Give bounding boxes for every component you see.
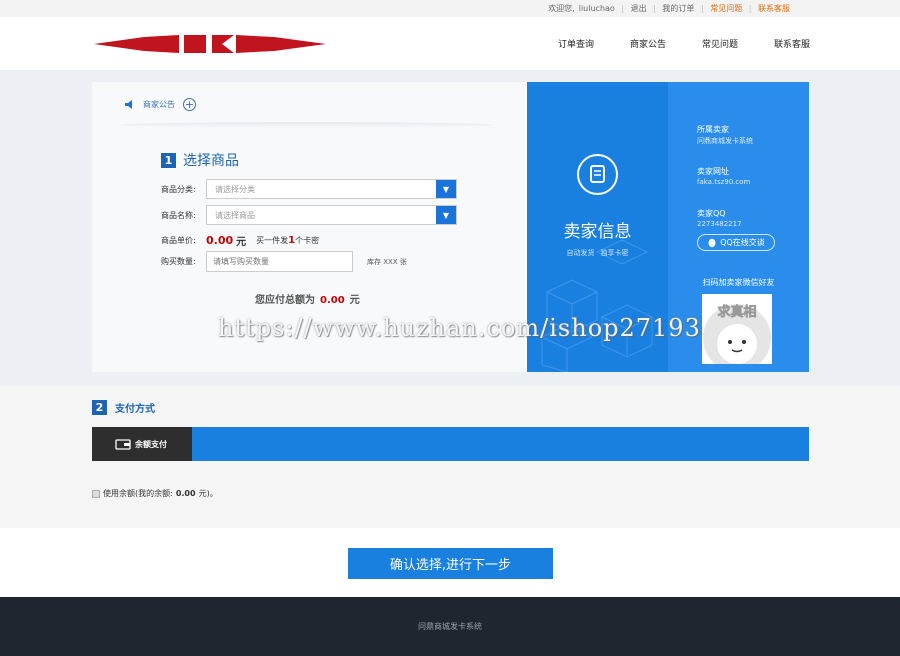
top-links: 欢迎您, liuluchao | 退出 | 我的订单 | 常见问题 | 联系客服 xyxy=(548,4,790,13)
use-balance-option: 使用余额(我的余额: 0.00 元)。 xyxy=(92,488,218,499)
confirm-next-button[interactable]: 确认选择,进行下一步 xyxy=(348,548,553,579)
speaker-icon xyxy=(125,100,132,109)
category-row: 商品分类: 请选择分类 ▼ xyxy=(161,179,457,199)
seller-qq-info: 卖家QQ 2273482217 xyxy=(697,208,742,228)
watermark-text: https://www.huzhan.com/ishop27193 xyxy=(218,314,701,342)
contact-link[interactable]: 联系客服 xyxy=(758,4,790,13)
faq-link[interactable]: 常见问题 xyxy=(710,4,742,13)
divider xyxy=(120,122,495,128)
product-placeholder: 请选择商品 xyxy=(215,210,255,220)
my-orders-link[interactable]: 我的订单 xyxy=(662,4,694,13)
shop-label: 所属卖家 xyxy=(697,125,729,134)
notice-bar: 商家公告 + xyxy=(124,98,196,111)
site-logo[interactable] xyxy=(94,32,326,56)
stock-text: 库存 XXX 张 xyxy=(367,257,407,266)
footer: 问鼎商城发卡系统 xyxy=(0,597,900,656)
seller-site-info: 卖家网址 faka.tsz90.com xyxy=(697,166,750,186)
step-number-badge: 2 xyxy=(92,400,107,415)
category-label: 商品分类: xyxy=(161,184,196,194)
step-number-badge: 1 xyxy=(161,152,176,168)
unit-price: 0.00 xyxy=(206,234,234,247)
notice-label[interactable]: 商家公告 xyxy=(143,99,175,110)
category-placeholder: 请选择分类 xyxy=(215,184,255,194)
nav-contact[interactable]: 联系客服 xyxy=(774,37,810,50)
qq-chat-button[interactable]: QQ在线交谈 xyxy=(697,234,775,251)
tag-auto-delivery: 自动发货 xyxy=(566,249,595,257)
total-unit: 元 xyxy=(349,295,360,306)
balance-payment-tab[interactable]: 余额支付 xyxy=(92,427,192,461)
welcome-text: 欢迎您, xyxy=(548,4,575,13)
seller-tags: 自动发货 独享卡密 xyxy=(527,248,668,258)
shop-value: 问鼎商城发卡系统 xyxy=(697,137,753,145)
product-row: 商品名称: 请选择商品 ▼ xyxy=(161,205,457,225)
seller-info-title: 卖家信息 xyxy=(563,222,632,242)
plus-circle-icon[interactable]: + xyxy=(183,98,196,111)
qr-overlay-text: 求真相 xyxy=(717,304,756,320)
use-balance-checkbox[interactable] xyxy=(92,489,100,498)
pay-tab-label: 余额支付 xyxy=(135,439,167,449)
chevron-down-icon[interactable]: ▼ xyxy=(436,206,456,224)
site-value[interactable]: faka.tsz90.com xyxy=(697,178,750,186)
qq-label: 卖家QQ xyxy=(697,209,726,218)
tag-exclusive-code: 独享卡密 xyxy=(600,249,629,257)
wallet-icon xyxy=(115,439,131,450)
main-nav: 订单查询 商家公告 常见问题 联系客服 xyxy=(522,37,810,50)
category-select[interactable]: 请选择分类 ▼ xyxy=(206,179,457,199)
scan-text: 扫码加卖家微信好友 xyxy=(702,278,775,287)
price-unit: 元 xyxy=(236,237,247,248)
product-select[interactable]: 请选择商品 ▼ xyxy=(206,205,457,225)
balance-value: 0.00 xyxy=(175,489,196,498)
qq-value: 2273482217 xyxy=(697,220,742,228)
qq-icon xyxy=(708,238,716,247)
section-select-product-title: 1 选择商品 xyxy=(161,150,239,170)
nav-faq[interactable]: 常见问题 xyxy=(702,37,738,50)
username: liuluchao xyxy=(578,4,615,13)
quantity-row: 购买数量: 库存 XXX 张 xyxy=(161,251,407,272)
site-label: 卖家网址 xyxy=(697,167,729,176)
logout-link[interactable]: 退出 xyxy=(631,4,647,13)
balance-suffix: 元)。 xyxy=(198,489,218,498)
total-amount: 您应付总额为 0.00 元 xyxy=(255,291,360,306)
price-row: 商品单价: 0.00 元 买一件发1个卡密 xyxy=(161,233,319,248)
footer-text: 问鼎商城发卡系统 xyxy=(418,622,482,631)
nav-announcements[interactable]: 商家公告 xyxy=(630,37,666,50)
total-value: 0.00 xyxy=(320,295,345,306)
section-payment-title: 2 支付方式 xyxy=(92,400,155,415)
payment-methods-bar: 余额支付 xyxy=(92,427,809,461)
balance-prefix: 使用余额(我的余额: xyxy=(103,489,173,498)
quantity-label: 购买数量: xyxy=(161,257,196,266)
total-label: 您应付总额为 xyxy=(255,295,315,306)
document-icon xyxy=(577,154,618,195)
wechat-qr-image: 求真相 xyxy=(702,294,772,364)
section-title-text: 选择商品 xyxy=(183,153,239,169)
nav-order-query[interactable]: 订单查询 xyxy=(558,37,594,50)
top-utility-bar: 欢迎您, liuluchao | 退出 | 我的订单 | 常见问题 | 联系客服 xyxy=(0,0,900,17)
quantity-input[interactable] xyxy=(206,251,353,272)
price-label: 商品单价: xyxy=(161,236,196,245)
qq-button-label: QQ在线交谈 xyxy=(720,238,765,247)
header: 订单查询 商家公告 常见问题 联系客服 xyxy=(0,17,900,70)
section-title-text: 支付方式 xyxy=(115,404,155,415)
bulk-info: 买一件发1个卡密 xyxy=(256,235,320,246)
seller-shop-info: 所属卖家 问鼎商城发卡系统 xyxy=(697,124,753,146)
chevron-down-icon[interactable]: ▼ xyxy=(436,180,456,198)
product-label: 商品名称: xyxy=(161,210,196,220)
